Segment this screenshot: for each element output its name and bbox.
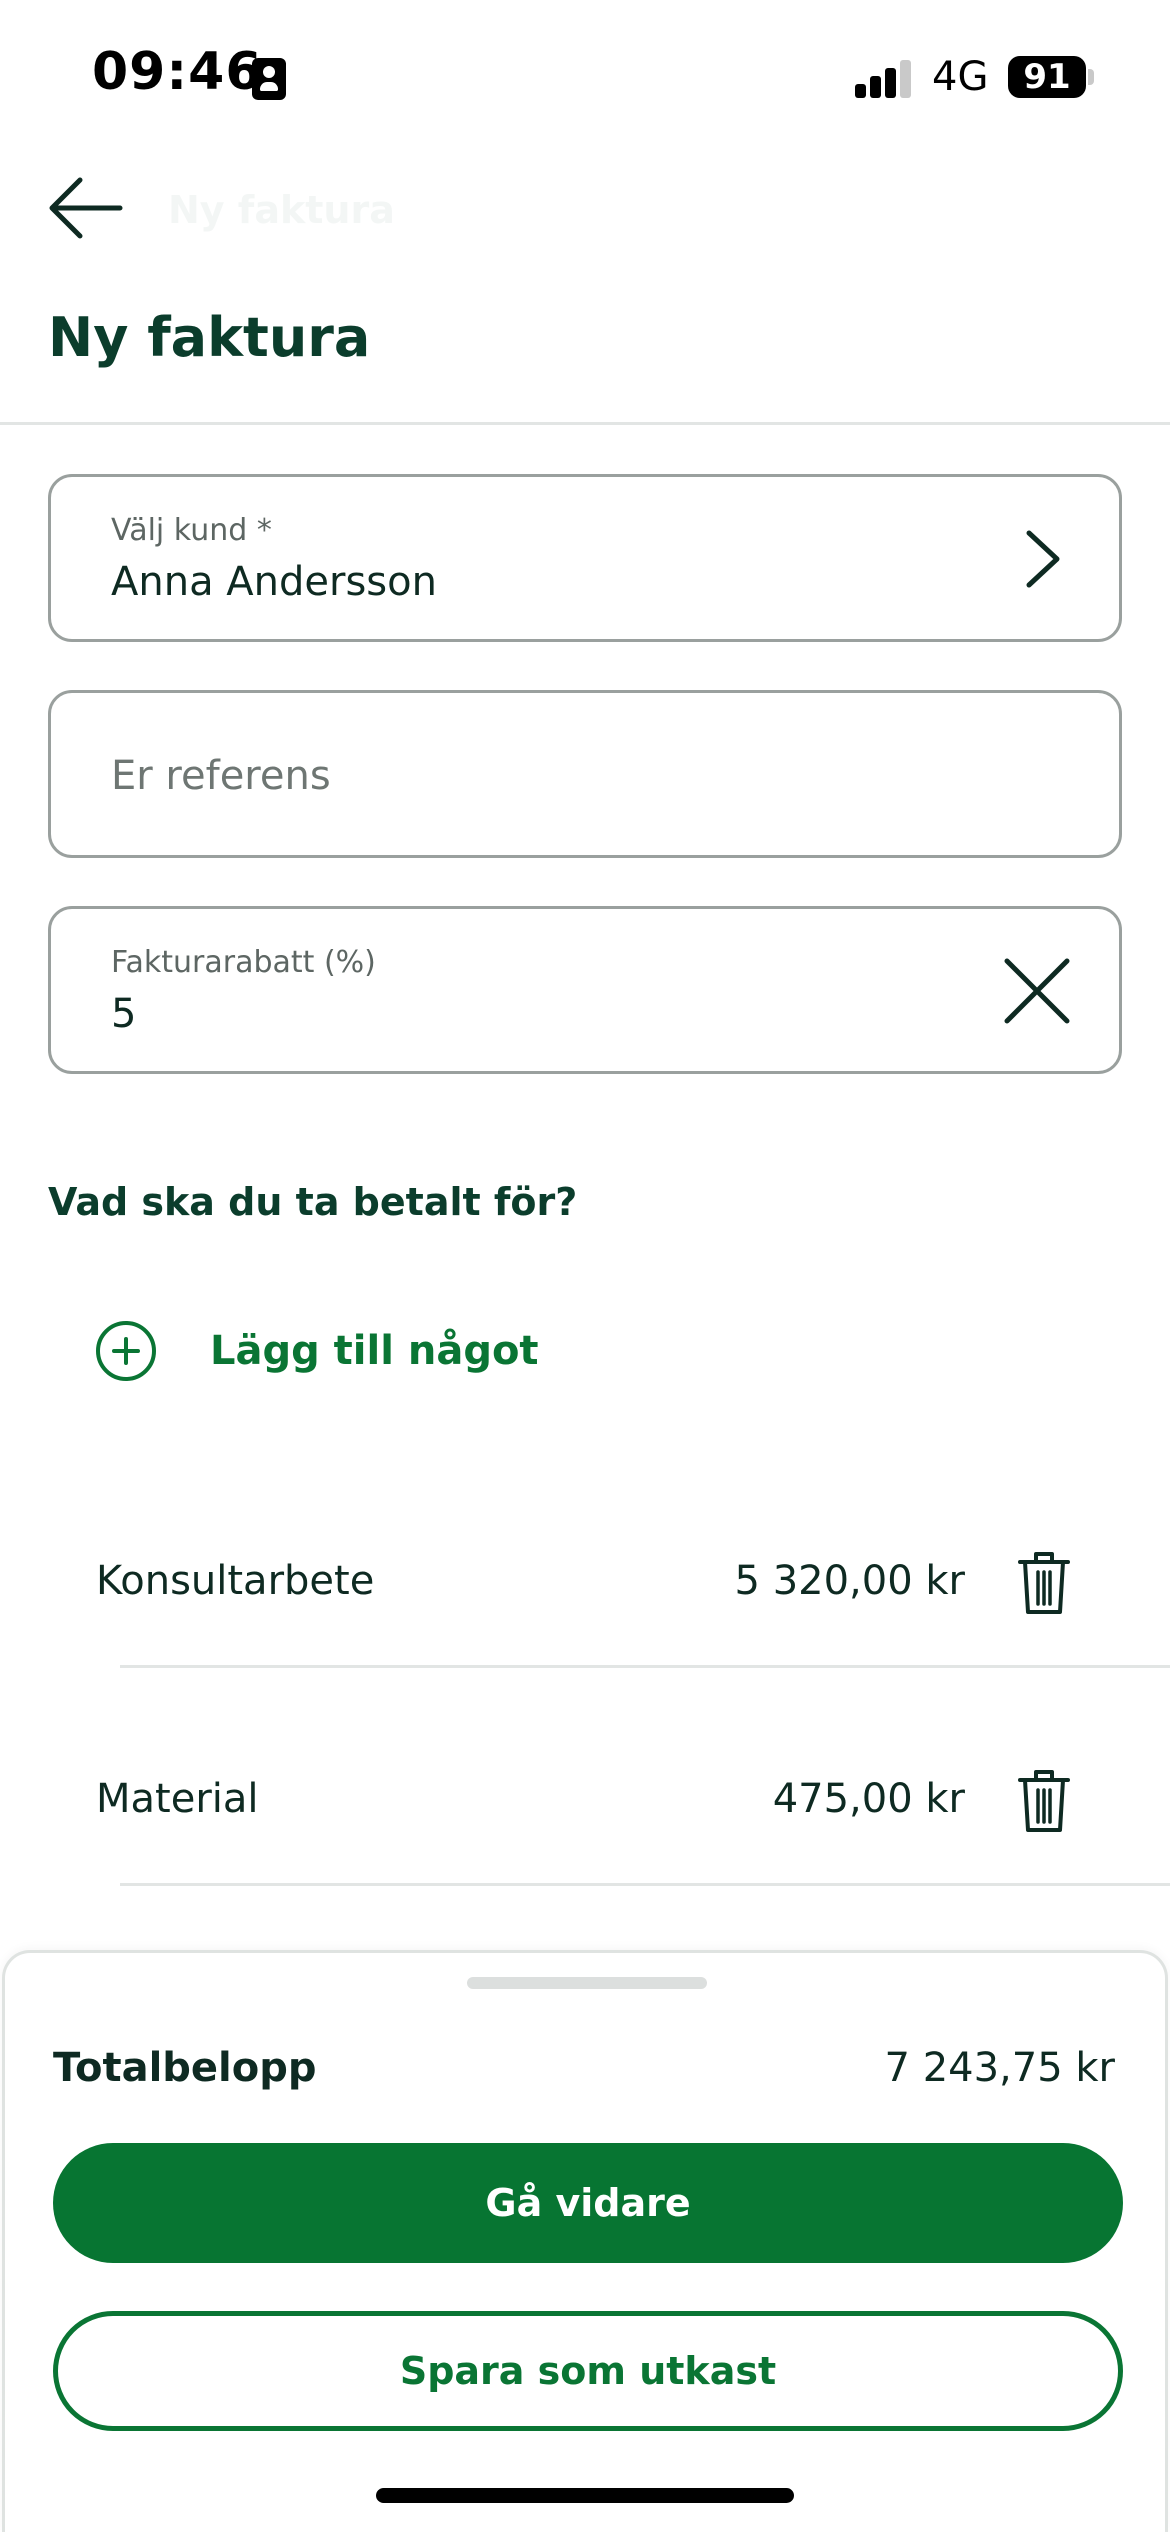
reference-field-placeholder: Er referens	[111, 753, 331, 799]
save-draft-button[interactable]: Spara som utkast	[53, 2311, 1123, 2431]
id-card-icon	[252, 58, 286, 100]
close-icon[interactable]	[999, 953, 1075, 1029]
item-divider	[120, 1883, 1170, 1886]
battery-icon: 91	[1008, 56, 1086, 98]
screen: 09:46 4G 91 Ny faktura Ny faktura Välj k…	[0, 0, 1170, 2532]
page-title: Ny faktura	[48, 306, 371, 369]
trash-icon[interactable]	[1014, 1548, 1074, 1618]
section-title: Vad ska du ta betalt för?	[48, 1180, 578, 1224]
plus-circle-icon	[96, 1321, 156, 1381]
continue-button[interactable]: Gå vidare	[53, 2143, 1123, 2263]
line-item[interactable]: Konsultarbete 5 320,00 kr	[0, 1508, 1170, 1668]
trash-icon[interactable]	[1014, 1766, 1074, 1836]
customer-field[interactable]: Välj kund * Anna Andersson	[48, 474, 1122, 642]
line-item[interactable]: Material 475,00 kr	[0, 1726, 1170, 1886]
line-item-amount: 5 320,00 kr	[734, 1558, 965, 1604]
discount-field-label: Fakturarabatt (%)	[111, 945, 376, 980]
customer-field-label: Välj kund *	[111, 513, 272, 548]
total-value: 7 243,75 kr	[884, 2045, 1115, 2091]
customer-field-value: Anna Andersson	[111, 559, 437, 605]
chevron-right-icon	[1026, 530, 1060, 588]
signal-icon	[855, 58, 915, 98]
header-faint-title: Ny faktura	[168, 188, 395, 232]
reference-field[interactable]: Er referens	[48, 690, 1122, 858]
sheet-handle[interactable]	[467, 1977, 707, 1989]
back-button[interactable]	[40, 168, 130, 248]
total-label: Totalbelopp	[53, 2045, 317, 2091]
status-time: 09:46	[92, 42, 263, 102]
arrow-left-icon	[49, 177, 123, 239]
network-type: 4G	[932, 54, 989, 100]
line-item-name: Konsultarbete	[96, 1558, 375, 1604]
battery-cap	[1088, 69, 1094, 85]
summary-sheet: Totalbelopp 7 243,75 kr Gå vidare Spara …	[2, 1950, 1168, 2532]
status-bar: 09:46 4G 91	[0, 0, 1170, 150]
battery-level: 91	[1023, 57, 1071, 97]
item-divider	[120, 1665, 1170, 1668]
line-item-amount: 475,00 kr	[772, 1776, 965, 1822]
add-item-label: Lägg till något	[210, 1328, 539, 1374]
home-indicator	[376, 2488, 794, 2503]
line-item-name: Material	[96, 1776, 259, 1822]
header-divider	[0, 422, 1170, 425]
add-item-button[interactable]: Lägg till något	[94, 1316, 539, 1386]
discount-field[interactable]: Fakturarabatt (%) 5	[48, 906, 1122, 1074]
discount-field-value: 5	[111, 991, 137, 1037]
